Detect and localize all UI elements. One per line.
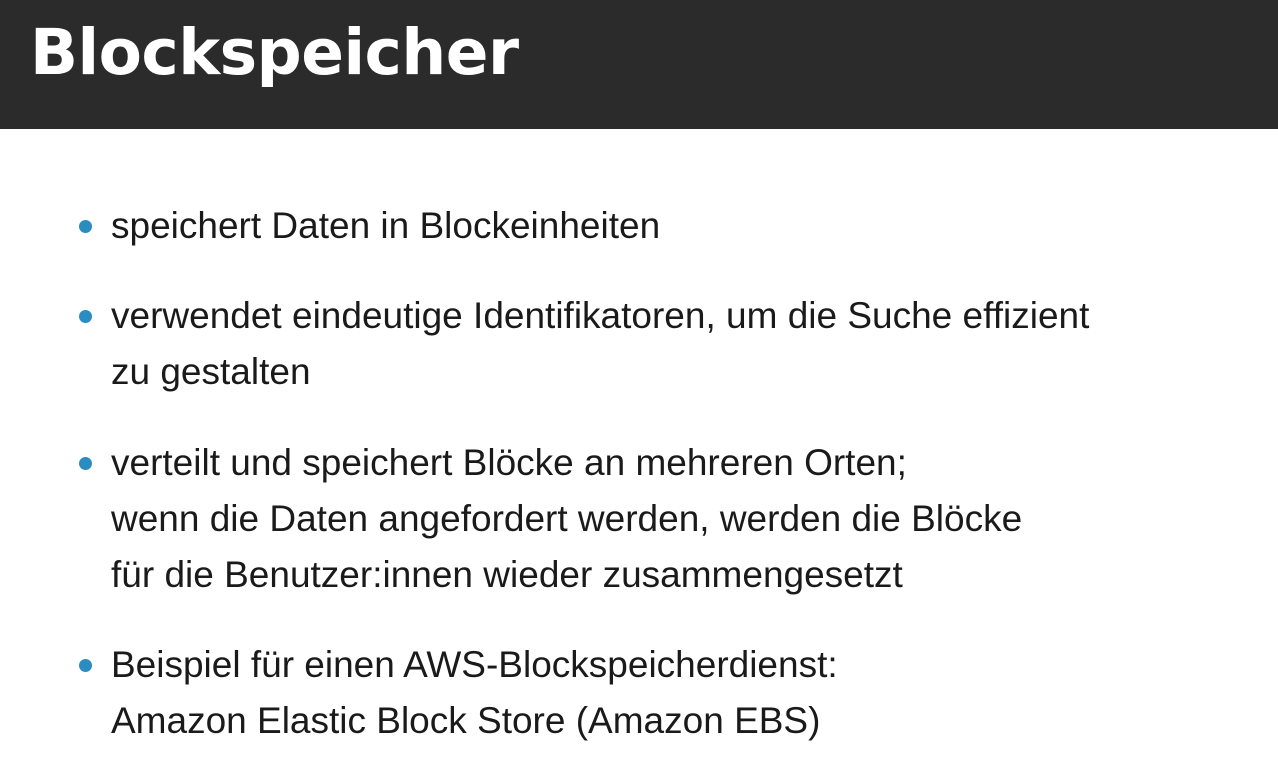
bullet-dot-icon — [79, 659, 92, 672]
bullet-text: verteilt und speichert Blöcke an mehrere… — [111, 435, 1271, 603]
bullet-line: Amazon Elastic Block Store (Amazon EBS) — [111, 700, 821, 741]
bullet-dot-icon — [79, 310, 92, 323]
bullet-text: speichert Daten in Blockeinheiten — [111, 198, 1271, 254]
bullet-line: zu gestalten — [111, 351, 311, 392]
bullet-dot-icon — [79, 457, 92, 470]
bullet-line: speichert Daten in Blockeinheiten — [111, 205, 661, 246]
slide-title: Blockspeicher — [30, 16, 519, 89]
bullet-line: Beispiel für einen AWS-Blockspeicherdien… — [111, 644, 838, 685]
bullet-line: verteilt und speichert Blöcke an mehrere… — [111, 442, 907, 483]
bullet-text: verwendet eindeutige Identifikatoren, um… — [111, 288, 1271, 400]
bullet-text: Beispiel für einen AWS-Blockspeicherdien… — [111, 637, 1271, 749]
title-bar: Blockspeicher — [0, 0, 1278, 129]
bullet-dot-icon — [79, 220, 92, 233]
bullet-line: wenn die Daten angefordert werden, werde… — [111, 498, 1023, 539]
bullet-line: für die Benutzer:innen wieder zusammenge… — [111, 554, 903, 595]
bullet-line: verwendet eindeutige Identifikatoren, um… — [111, 295, 1090, 336]
